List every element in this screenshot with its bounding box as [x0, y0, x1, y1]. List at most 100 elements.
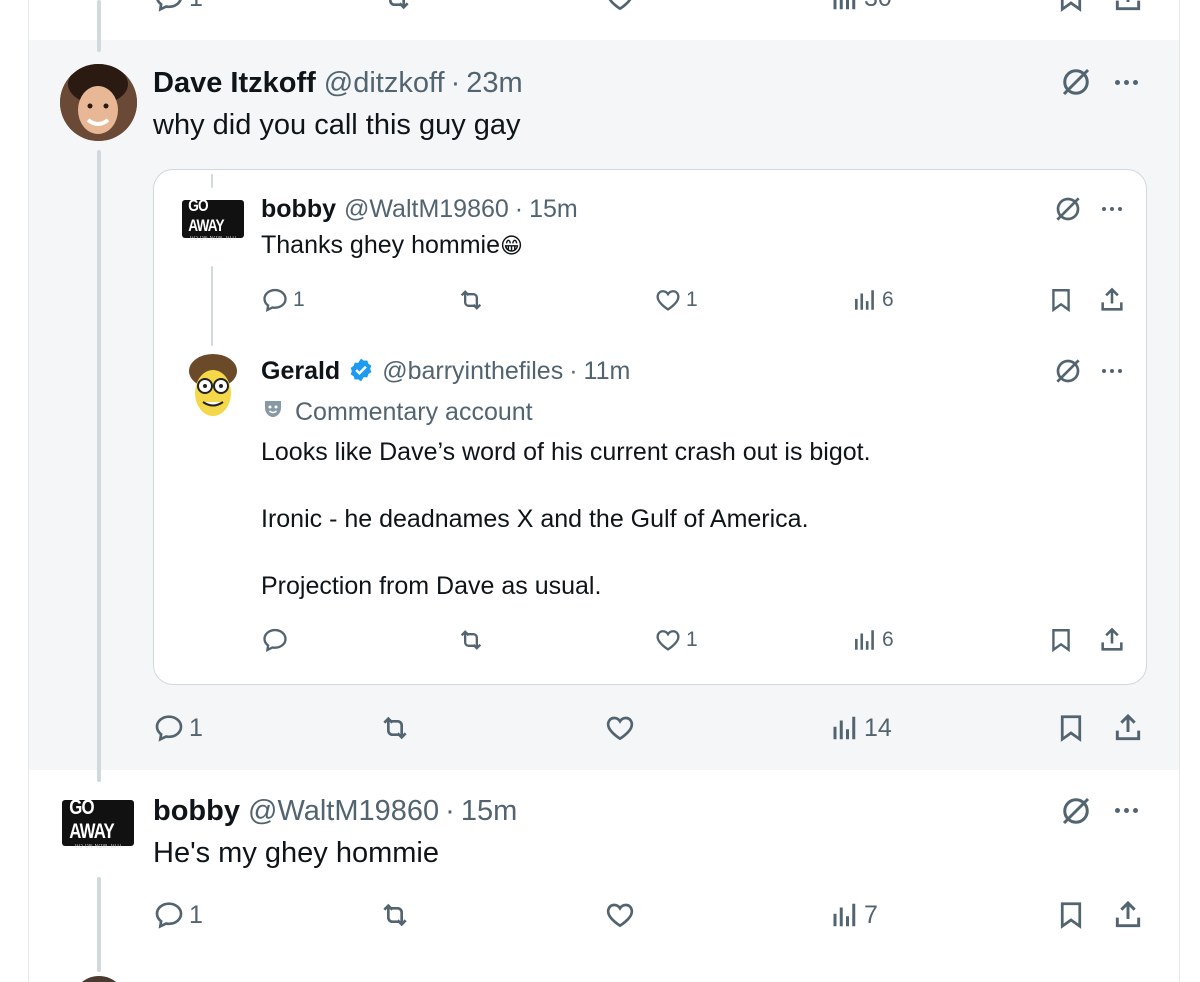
- separator-dot: ·: [514, 195, 524, 223]
- share-icon: [1101, 627, 1123, 651]
- reply-button[interactable]: 1: [153, 895, 203, 935]
- like-button[interactable]: 1: [654, 280, 698, 320]
- like-button[interactable]: [604, 0, 636, 18]
- post-time[interactable]: 15m: [461, 795, 517, 828]
- bookmark-button[interactable]: [1048, 280, 1074, 320]
- more-icon-dot: [1110, 369, 1114, 373]
- repost-button[interactable]: [456, 280, 486, 320]
- reply-button[interactable]: 1: [261, 280, 305, 320]
- separator-dot: ·: [445, 795, 455, 827]
- avatar-logo-subtext: GO ON NOW, GIT!: [74, 844, 122, 850]
- views-button[interactable]: 14: [830, 708, 892, 748]
- post-time[interactable]: 15m: [529, 195, 578, 224]
- partial-action-bar: 1 30: [0, 0, 1200, 18]
- more-icon: [1102, 369, 1106, 373]
- analytics-icon: [833, 716, 856, 740]
- bookmark-icon: [1060, 0, 1082, 12]
- author-handle[interactable]: @barryinthefiles: [382, 357, 563, 386]
- post-action-bar: 1 14: [0, 708, 1200, 748]
- quote-text-line-2: Ironic - he deadnames X and the Gulf of …: [261, 505, 809, 533]
- post-action-bar: 1 7: [0, 895, 1200, 935]
- share-icon: [1115, 0, 1141, 11]
- avatar[interactable]: GO AWAY GO ON NOW, GIT!: [62, 796, 134, 850]
- views-count: 6: [882, 628, 894, 651]
- grok-icon: [1056, 197, 1080, 221]
- repost-button[interactable]: [456, 620, 486, 660]
- post-text: why did you call this guy gay: [153, 109, 521, 141]
- views-button[interactable]: 30: [830, 0, 892, 18]
- reply-count: 1: [189, 713, 203, 742]
- more-options-button[interactable]: [1115, 80, 1138, 85]
- like-button[interactable]: [604, 895, 636, 935]
- reply-icon: [263, 628, 287, 652]
- repost-icon: [460, 630, 482, 650]
- grok-button[interactable]: [1052, 355, 1084, 392]
- post-header: bobby @WaltM19860 · 15m: [153, 795, 517, 828]
- heart-icon: [608, 0, 632, 11]
- avatar[interactable]: GO AWAY GO ON NOW, GIT!: [182, 196, 244, 242]
- reply-button[interactable]: [261, 620, 289, 660]
- reply-button[interactable]: 1: [153, 0, 203, 18]
- more-options-button[interactable]: [1102, 207, 1122, 211]
- analytics-icon: [855, 630, 874, 650]
- post-time[interactable]: 11m: [584, 357, 631, 386]
- like-button[interactable]: 1: [654, 620, 698, 660]
- share-icon: [1115, 900, 1141, 928]
- avatar[interactable]: [60, 64, 137, 141]
- views-button[interactable]: 7: [830, 895, 878, 935]
- more-options-button[interactable]: [1115, 808, 1138, 813]
- share-button[interactable]: [1098, 280, 1126, 320]
- more-icon-dot: [1133, 808, 1138, 813]
- heart-icon: [606, 716, 634, 741]
- share-button[interactable]: [1112, 895, 1144, 935]
- reply-icon: [156, 0, 182, 12]
- views-count: 6: [882, 288, 894, 311]
- repost-button[interactable]: [380, 0, 414, 18]
- author-name[interactable]: bobby: [153, 795, 240, 828]
- author-handle[interactable]: @ditzkoff: [324, 67, 445, 100]
- grok-button[interactable]: [1058, 64, 1094, 105]
- share-icon: [1101, 287, 1123, 311]
- more-options-button[interactable]: [1102, 369, 1122, 373]
- share-button[interactable]: [1112, 708, 1144, 748]
- thread-connector: [97, 150, 101, 782]
- grok-button[interactable]: [1052, 193, 1084, 230]
- author-handle[interactable]: @WaltM19860: [344, 195, 509, 224]
- quote-action-bar: 1 6: [0, 620, 1200, 660]
- quote-text: Thanks ghey hommie: [261, 231, 501, 259]
- bookmark-button[interactable]: [1048, 620, 1074, 660]
- commentary-mask-icon: [261, 397, 285, 428]
- views-button[interactable]: 6: [852, 620, 894, 660]
- post-text: He's my ghey hommie: [153, 837, 439, 869]
- more-icon-dot: [1124, 808, 1129, 813]
- reply-icon: [155, 715, 183, 742]
- author-name[interactable]: Gerald: [261, 357, 340, 386]
- author-name[interactable]: Dave Itzkoff: [153, 67, 316, 100]
- views-button[interactable]: 6: [852, 280, 894, 320]
- bookmark-button[interactable]: [1056, 895, 1086, 935]
- bookmark-button[interactable]: [1056, 708, 1086, 748]
- reply-count: 1: [293, 288, 305, 311]
- grok-button[interactable]: [1058, 793, 1094, 834]
- avatar-logo-subtext: GO ON NOW, GIT!: [189, 236, 237, 242]
- reply-button[interactable]: 1: [153, 708, 203, 748]
- repost-icon: [383, 716, 407, 740]
- more-icon-dot: [1110, 207, 1114, 211]
- like-count: 1: [686, 288, 698, 311]
- bookmark-button[interactable]: [1056, 0, 1086, 18]
- author-handle[interactable]: @WaltM19860: [248, 795, 439, 828]
- separator-dot: ·: [450, 67, 461, 99]
- share-button[interactable]: [1112, 0, 1144, 18]
- post-time[interactable]: 23m: [466, 67, 522, 100]
- repost-button[interactable]: [378, 708, 412, 748]
- share-button[interactable]: [1098, 620, 1126, 660]
- analytics-icon: [855, 290, 874, 310]
- more-icon: [1115, 808, 1120, 813]
- repost-button[interactable]: [378, 895, 412, 935]
- author-name[interactable]: bobby: [261, 195, 336, 224]
- repost-icon: [460, 290, 482, 310]
- like-button[interactable]: [604, 708, 636, 748]
- avatar-photo: [60, 64, 137, 141]
- avatar[interactable]: [186, 353, 240, 419]
- avatar-logo-text: GO AWAY: [188, 196, 224, 235]
